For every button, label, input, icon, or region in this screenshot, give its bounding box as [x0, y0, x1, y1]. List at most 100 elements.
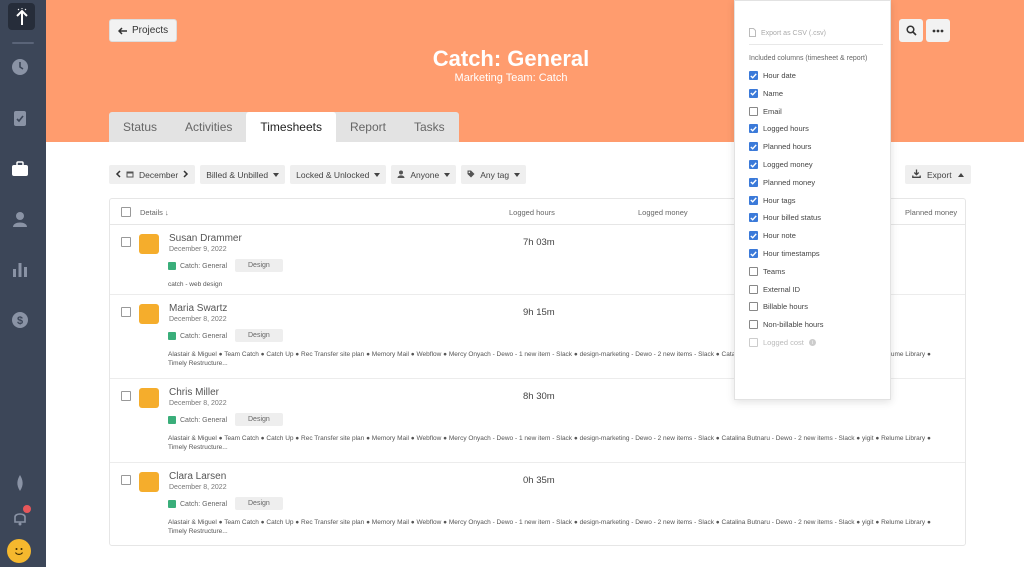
export-column-checkbox[interactable]: [749, 302, 758, 312]
export-column-label: Logged money: [763, 160, 813, 169]
svg-text:$: $: [17, 315, 23, 327]
person-filter-label: Anyone: [410, 169, 440, 180]
notification-badge: [23, 505, 31, 513]
tag-filter[interactable]: Any tag: [461, 165, 527, 184]
row-tag[interactable]: Design: [235, 329, 283, 342]
person-icon[interactable]: [9, 208, 31, 230]
row-note: Alastair & Miguel ● Team Catch ● Catch U…: [168, 519, 931, 535]
project-color-dot: [168, 416, 176, 424]
row-checkbox[interactable]: [121, 237, 131, 247]
row-date: December 9, 2022: [169, 246, 227, 253]
ellipsis-icon: [932, 29, 944, 32]
export-column-checkbox[interactable]: [749, 320, 758, 330]
export-column-option[interactable]: Hour timestamps: [749, 249, 820, 258]
row-project-label: Catch: General: [180, 416, 228, 424]
export-column-option[interactable]: Planned money: [749, 177, 815, 187]
row-checkbox[interactable]: [121, 475, 131, 485]
clock-icon[interactable]: [9, 56, 31, 78]
export-column-option[interactable]: Planned hours: [749, 142, 811, 152]
row-project[interactable]: Catch: General: [168, 416, 227, 424]
column-logged-money[interactable]: Logged money: [638, 208, 688, 217]
avatar: [139, 472, 159, 492]
export-column-checkbox: [749, 338, 758, 347]
export-column-option[interactable]: Logged hours: [749, 124, 809, 134]
export-column-option[interactable]: Name: [749, 88, 784, 98]
row-project[interactable]: Catch: General: [168, 262, 227, 270]
caret-down-icon: [514, 172, 521, 177]
export-column-option[interactable]: Non-billable hours: [749, 320, 824, 330]
row-project[interactable]: Catch: General: [168, 500, 227, 508]
export-column-checkbox[interactable]: [749, 160, 758, 169]
checklist-icon[interactable]: [9, 107, 31, 129]
export-column-checkbox[interactable]: [749, 195, 758, 205]
export-column-option[interactable]: Hour billed status: [749, 213, 821, 223]
search-icon: [905, 25, 917, 36]
export-column-checkbox[interactable]: [749, 231, 758, 241]
export-column-checkbox[interactable]: [749, 266, 758, 276]
locked-filter-label: Locked & Unlocked: [296, 169, 370, 180]
tab-activities[interactable]: Activities: [171, 112, 246, 142]
app-logo-icon[interactable]: [8, 3, 35, 30]
export-column-option[interactable]: Billable hours: [749, 302, 809, 312]
user-avatar[interactable]: [7, 539, 31, 563]
tab-status[interactable]: Status: [109, 112, 171, 142]
export-column-checkbox[interactable]: [749, 71, 758, 80]
export-column-label: Hour timestamps: [763, 249, 820, 258]
row-project[interactable]: Catch: General: [168, 332, 227, 340]
search-button[interactable]: [899, 19, 923, 42]
row-name: Susan Drammer: [169, 233, 242, 244]
person-filter[interactable]: Anyone: [391, 165, 457, 184]
row-tag[interactable]: Design: [235, 413, 283, 426]
export-column-checkbox[interactable]: [749, 249, 758, 258]
export-column-checkbox[interactable]: [749, 124, 758, 134]
bar-chart-icon[interactable]: [9, 258, 31, 280]
export-column-option[interactable]: Email: [749, 106, 782, 116]
export-column-label: Name: [763, 88, 784, 98]
back-to-projects-button[interactable]: Projects: [109, 19, 178, 42]
arrow-left-icon: [118, 26, 127, 35]
export-column-label: Hour tags: [763, 195, 796, 205]
column-logged-hours[interactable]: Logged hours: [509, 208, 555, 217]
export-column-checkbox[interactable]: [749, 142, 758, 152]
more-options-button[interactable]: [926, 19, 950, 42]
billed-filter[interactable]: Billed & Unbilled: [200, 165, 286, 184]
spark-icon[interactable]: [9, 472, 31, 494]
tab-report[interactable]: Report: [336, 112, 400, 142]
column-planned-money[interactable]: Planned money: [905, 208, 957, 217]
briefcase-icon[interactable]: [9, 158, 31, 180]
tab-timesheets[interactable]: Timesheets: [246, 112, 336, 142]
export-column-option[interactable]: Teams: [749, 266, 785, 276]
export-column-option[interactable]: Hour date: [749, 71, 796, 80]
export-column-checkbox[interactable]: [749, 213, 758, 223]
export-column-option[interactable]: Hour note: [749, 231, 796, 241]
tab-tasks[interactable]: Tasks: [400, 112, 459, 142]
export-column-checkbox[interactable]: [749, 284, 758, 294]
export-column-checkbox[interactable]: [749, 88, 758, 98]
locked-filter[interactable]: Locked & Unlocked: [290, 165, 387, 184]
caret-up-icon: [957, 172, 964, 177]
column-details[interactable]: Details ↓: [140, 208, 169, 217]
export-column-checkbox[interactable]: [749, 177, 758, 187]
chevron-left-icon[interactable]: [115, 169, 121, 180]
export-column-option[interactable]: External ID: [749, 284, 800, 294]
dollar-icon[interactable]: $: [9, 309, 31, 331]
select-all-checkbox[interactable]: [121, 207, 131, 217]
month-picker[interactable]: December: [109, 165, 196, 184]
calendar-icon: [126, 170, 134, 180]
export-column-label: Hour billed status: [763, 213, 821, 223]
row-tag[interactable]: Design: [235, 497, 283, 510]
row-hours: 7h 03m: [523, 237, 555, 248]
row-hours: 9h 15m: [523, 307, 555, 318]
export-column-label: Billable hours: [763, 302, 809, 312]
export-column-option[interactable]: Logged money: [749, 160, 813, 169]
export-column-label: Non-billable hours: [763, 320, 824, 330]
table-row[interactable]: Clara Larsen December 8, 2022 Catch: Gen…: [110, 463, 965, 546]
export-column-option[interactable]: Hour tags: [749, 195, 796, 205]
chevron-right-icon[interactable]: [183, 169, 189, 180]
export-button[interactable]: Export: [905, 165, 971, 184]
row-tag[interactable]: Design: [235, 259, 283, 272]
row-checkbox[interactable]: [121, 307, 131, 317]
export-column-checkbox[interactable]: [749, 106, 758, 116]
row-checkbox[interactable]: [121, 391, 131, 401]
export-csv-option[interactable]: Export as CSV (.csv): [749, 28, 826, 39]
